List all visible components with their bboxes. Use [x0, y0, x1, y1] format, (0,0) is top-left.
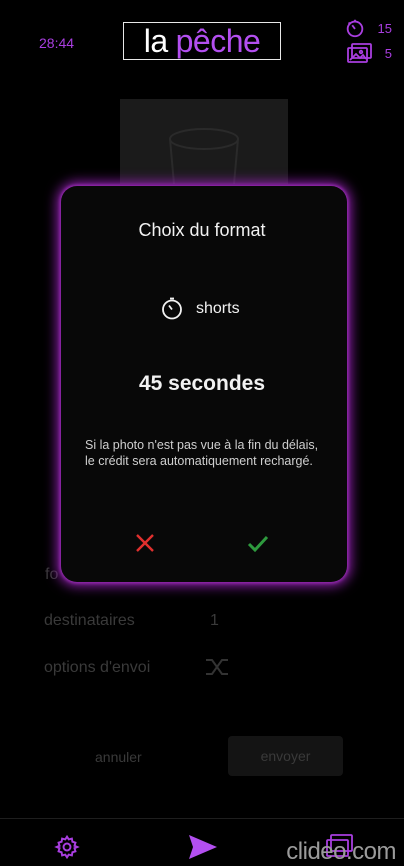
countdown-timer: 28:44	[39, 35, 75, 51]
close-icon	[136, 534, 154, 552]
watermark: clideo.com	[286, 838, 396, 865]
check-icon	[247, 535, 269, 553]
format-option: shorts	[160, 297, 240, 321]
options-shuffle-icon[interactable]	[204, 656, 230, 683]
options-label: options d'envoi	[44, 659, 151, 676]
photos-stat: 5	[346, 43, 392, 63]
settings-icon[interactable]	[54, 834, 80, 865]
photos-count: 5	[384, 45, 392, 61]
logo-word-2: pêche	[175, 23, 261, 59]
recipients-label: destinataires	[44, 612, 135, 629]
send-icon[interactable]	[188, 833, 218, 866]
send-button-label: envoyer	[260, 748, 311, 764]
send-button[interactable]: envoyer	[228, 736, 343, 776]
format-row-label: fo	[45, 566, 59, 583]
bottom-divider	[0, 818, 404, 819]
photos-icon	[346, 43, 372, 63]
app-logo: la pêche	[123, 22, 281, 60]
timers-count: 15	[377, 20, 392, 36]
stopwatch-icon	[162, 297, 182, 320]
dialog-note: Si la photo n'est pas vue à la fin du dé…	[85, 438, 319, 468]
recipients-value: 1	[210, 612, 219, 629]
confirm-dialog-button[interactable]	[246, 532, 270, 556]
cancel-dialog-button[interactable]	[133, 531, 157, 555]
stopwatch-icon	[346, 19, 363, 38]
format-label: shorts	[196, 300, 240, 317]
photo-preview	[120, 99, 288, 185]
logo-word-1: la	[143, 23, 168, 59]
dialog-title: Choix du format	[138, 220, 266, 240]
duration-value: 45 secondes	[138, 372, 266, 395]
timers-stat: 15	[344, 17, 392, 39]
cancel-button[interactable]: annuler	[95, 749, 142, 765]
